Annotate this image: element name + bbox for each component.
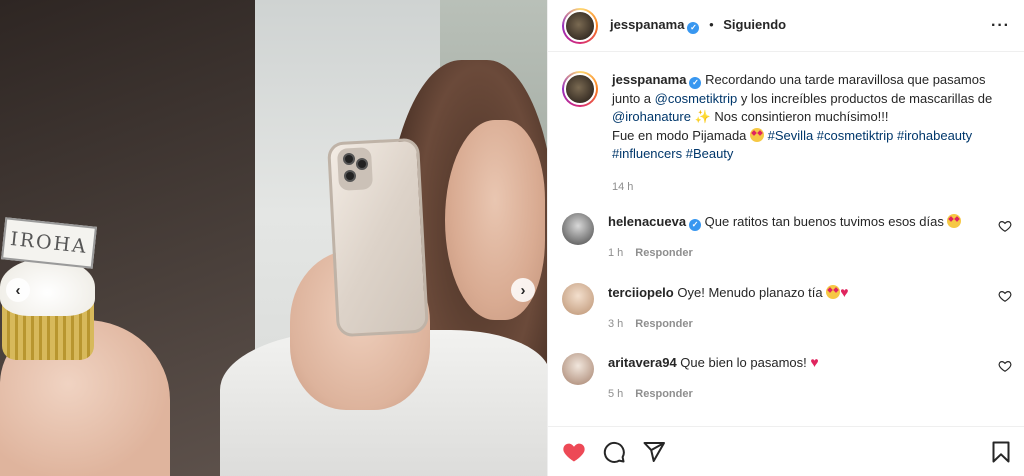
- chevron-right-icon: ›: [520, 281, 526, 299]
- next-image-button[interactable]: ›: [511, 278, 535, 302]
- heart-eyes-emoji-icon: [750, 127, 765, 142]
- comment-timestamp[interactable]: 5 h: [608, 388, 623, 400]
- commenter-username[interactable]: helenacueva: [608, 214, 686, 229]
- comments-area: jesspanama ✓ Recordando una tarde maravil…: [548, 53, 1024, 423]
- post-actions-bar: [548, 426, 1024, 476]
- comment-text: Que bien lo pasamos!: [680, 355, 807, 370]
- following-button[interactable]: Siguiendo: [723, 17, 786, 32]
- post-media-image[interactable]: IROHA ‹ ›: [0, 0, 547, 476]
- commenter-avatar[interactable]: [562, 353, 594, 385]
- author-username[interactable]: jesspanama: [610, 17, 684, 32]
- verified-badge-icon: ✓: [689, 77, 702, 89]
- mention-link[interactable]: @cosmetiktrip: [655, 91, 738, 106]
- comment-item: helenacueva ✓ Que ratitos tan buenos tuvi…: [562, 213, 1012, 262]
- separator-dot: •: [709, 17, 714, 32]
- caption-timestamp[interactable]: 14 h: [612, 178, 1002, 197]
- verified-badge-icon: ✓: [689, 219, 702, 231]
- reply-button[interactable]: Responder: [635, 388, 692, 400]
- commenter-username[interactable]: terciiopelo: [608, 285, 674, 300]
- red-heart-emoji-icon: ♥: [810, 354, 819, 370]
- post-modal: IROHA ‹ › jesspanama ✓ • Siguiendo ··· je…: [0, 0, 1024, 476]
- post-header: jesspanama ✓ • Siguiendo ···: [548, 0, 1024, 52]
- caption-username[interactable]: jesspanama: [612, 72, 686, 87]
- comment-text: Que ratitos tan buenos tuvimos esos días: [704, 214, 944, 229]
- like-heart-filled-icon[interactable]: [562, 440, 586, 464]
- chevron-left-icon: ‹: [15, 281, 21, 299]
- reply-button[interactable]: Responder: [635, 318, 692, 330]
- comment-icon[interactable]: [602, 440, 626, 464]
- mention-link[interactable]: @irohanature: [612, 109, 691, 124]
- reply-button[interactable]: Responder: [635, 247, 692, 259]
- comment-timestamp[interactable]: 3 h: [608, 318, 623, 330]
- heart-eyes-emoji-icon: [947, 214, 962, 228]
- hashtag-links[interactable]: #influencers #Beauty: [612, 146, 733, 161]
- like-comment-heart-icon[interactable]: [998, 289, 1012, 303]
- bookmark-save-icon[interactable]: [989, 440, 1013, 464]
- hashtag-links[interactable]: #Sevilla #cosmetiktrip #irohabeauty: [768, 128, 973, 143]
- verified-badge-icon: ✓: [687, 22, 700, 34]
- post-caption: jesspanama ✓ Recordando una tarde maravil…: [548, 53, 1024, 196]
- heart-eyes-emoji-icon: [826, 285, 841, 299]
- comment-text: Oye! Menudo planazo tía: [677, 285, 823, 300]
- like-comment-heart-icon[interactable]: [998, 219, 1012, 233]
- commenter-avatar[interactable]: [562, 213, 594, 245]
- comment-item: aritavera94 Que bien lo pasamos! ♥ 5 h Re…: [562, 353, 1012, 403]
- more-options-icon[interactable]: ···: [991, 17, 1010, 35]
- red-heart-emoji-icon: ♥: [840, 284, 849, 300]
- sparkle-emoji-icon: ✨: [694, 109, 711, 124]
- comment-item: terciiopelo Oye! Menudo planazo tía ♥ 3 …: [562, 283, 1012, 333]
- like-comment-heart-icon[interactable]: [998, 359, 1012, 373]
- comment-timestamp[interactable]: 1 h: [608, 247, 623, 259]
- commenter-username[interactable]: aritavera94: [608, 355, 677, 370]
- caption-avatar[interactable]: [562, 71, 598, 107]
- post-details-panel: jesspanama ✓ • Siguiendo ··· jesspanama ✓ …: [547, 0, 1024, 476]
- author-avatar[interactable]: [562, 7, 598, 44]
- send-share-icon[interactable]: [642, 440, 666, 464]
- previous-image-button[interactable]: ‹: [6, 278, 30, 302]
- commenter-avatar[interactable]: [562, 283, 594, 315]
